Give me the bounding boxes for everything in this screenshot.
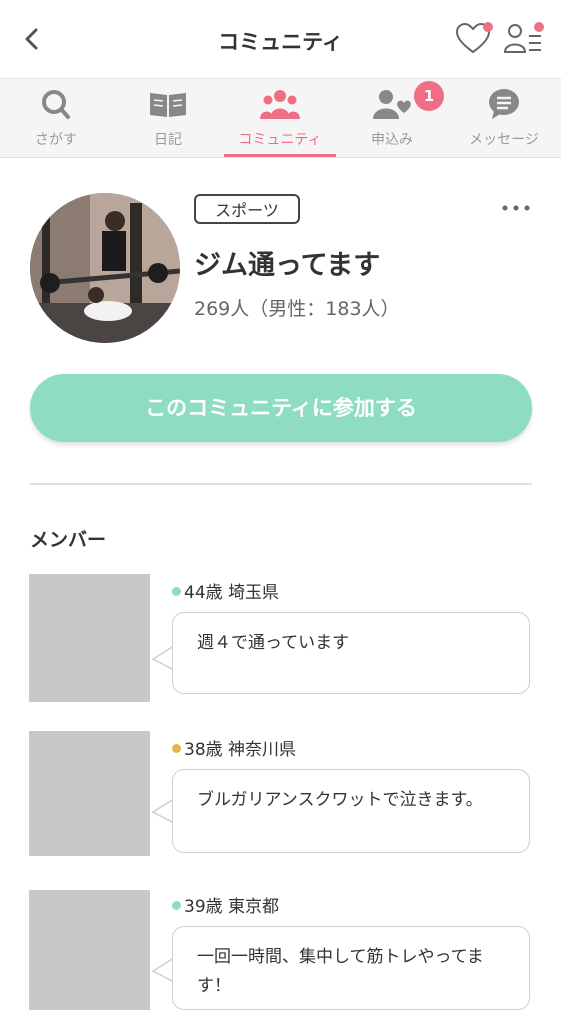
category-tag: スポーツ — [194, 194, 300, 224]
status-dot — [172, 744, 181, 753]
community-icon — [260, 90, 300, 119]
bubble-tail — [152, 957, 174, 983]
member-meta: 39歳 東京都 — [184, 897, 280, 917]
tab-label: コミュニティ — [238, 132, 322, 148]
tab-label: メッセージ — [469, 132, 539, 148]
tab-label: 日記 — [154, 132, 182, 148]
gym-photo-illustration — [30, 193, 180, 343]
list-notification-dot — [534, 22, 544, 32]
book-icon — [150, 93, 186, 117]
member-count: 269人（男性：183人） — [194, 298, 400, 320]
tab-label: 申込み — [371, 132, 413, 148]
bubble-tail — [152, 645, 174, 671]
member-message: 週４で通っています — [172, 612, 530, 694]
member-message: ブルガリアンスクワットで泣きます。 — [172, 769, 530, 853]
divider — [30, 483, 532, 485]
member-photo — [29, 574, 150, 702]
tab-search[interactable]: さがす — [0, 79, 112, 157]
app-header: コミュニティ — [0, 0, 561, 79]
member-photo — [29, 731, 150, 856]
member-message: 一回一時間、集中して筋トレやってます！ — [172, 926, 530, 1010]
community-photo — [30, 193, 180, 343]
members-heading: メンバー — [30, 529, 107, 551]
member-photo — [29, 890, 150, 1010]
more-options-icon[interactable] — [498, 200, 534, 216]
search-icon — [42, 90, 70, 119]
join-community-button[interactable]: このコミュニティに参加する — [30, 374, 532, 442]
message-icon — [489, 89, 519, 119]
tab-bar: さがす 日記 コミュニティ 申込み 1 メッセージ — [0, 79, 561, 158]
active-tab-indicator — [224, 154, 336, 157]
member-meta: 44歳 埼玉県 — [184, 583, 280, 603]
favorites-notification-dot — [483, 22, 493, 32]
community-name: ジム通ってます — [194, 250, 381, 281]
bubble-tail — [152, 798, 174, 824]
status-dot — [172, 587, 181, 596]
tab-community[interactable]: コミュニティ — [224, 79, 336, 157]
member-meta: 38歳 神奈川県 — [184, 740, 297, 760]
application-icon — [373, 90, 411, 119]
notification-badge: 1 — [414, 81, 444, 111]
tab-label: さがす — [35, 132, 77, 148]
tab-diary[interactable]: 日記 — [112, 79, 224, 157]
status-dot — [172, 901, 181, 910]
tab-messages[interactable]: メッセージ — [448, 79, 560, 157]
